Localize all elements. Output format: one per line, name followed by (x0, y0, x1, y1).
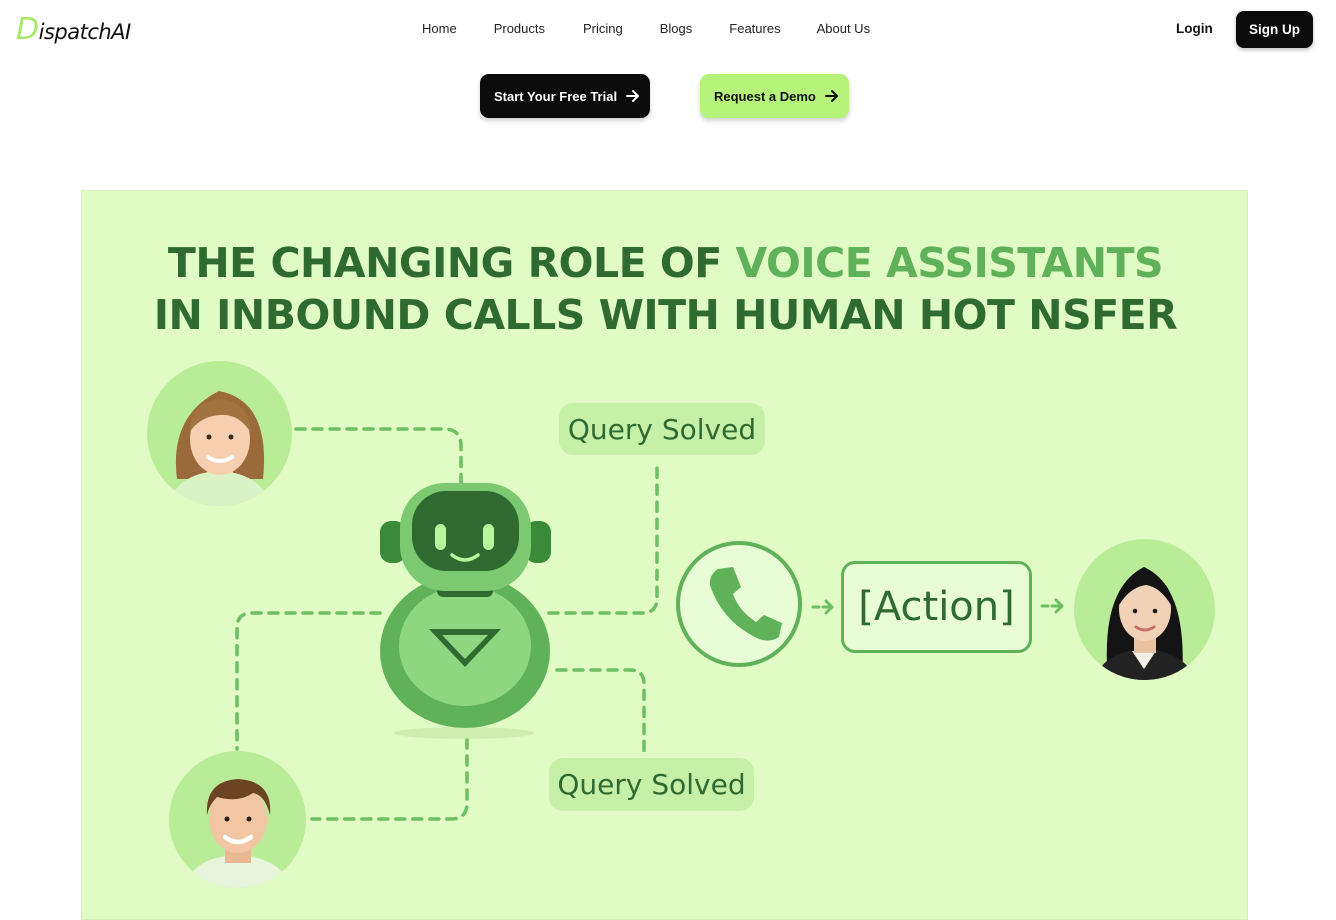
man-caller-avatar (169, 751, 306, 888)
nav-about-link[interactable]: About Us (817, 21, 870, 36)
login-button[interactable]: Login (1176, 21, 1213, 36)
request-demo-button[interactable]: Request a Demo (700, 74, 849, 118)
nav-home-link[interactable]: Home (422, 21, 457, 36)
logo-initial: D (16, 12, 39, 47)
start-free-trial-button[interactable]: Start Your Free Trial (480, 74, 650, 118)
arrow-right-icon (626, 90, 640, 102)
logo-text: ispatchAI (38, 20, 132, 44)
signup-button[interactable]: Sign Up (1236, 11, 1313, 48)
hero-title-plain: THE CHANGING ROLE OF (167, 239, 736, 287)
nav-blogs-link[interactable]: Blogs (660, 21, 693, 36)
start-free-trial-label: Start Your Free Trial (494, 88, 618, 104)
top-navigation: DispatchAI Home Products Pricing Blogs F… (0, 0, 1336, 60)
woman-caller-avatar (147, 361, 292, 506)
nav-products-link[interactable]: Products (494, 21, 545, 36)
agent-avatar (1074, 539, 1215, 680)
nav-links: Home Products Pricing Blogs Features Abo… (405, 21, 870, 36)
robot-icon (380, 483, 551, 739)
nav-pricing-link[interactable]: Pricing (583, 21, 623, 36)
query-solved-top-label: Query Solved (559, 403, 765, 455)
logo[interactable]: DispatchAI (16, 12, 131, 47)
nav-features-link[interactable]: Features (729, 21, 780, 36)
hero-title-accent: VOICE ASSISTANTS (735, 239, 1164, 287)
hero-title-line-2: IN INBOUND CALLS WITH HUMAN HOT NSFER (153, 291, 1178, 339)
query-solved-bottom-label: Query Solved (549, 758, 754, 811)
hero-title: THE CHANGING ROLE OF VOICE ASSISTANTS IN… (82, 237, 1247, 341)
arrow-right-icon (824, 90, 838, 102)
phone-icon (676, 541, 802, 667)
hero-illustration: THE CHANGING ROLE OF VOICE ASSISTANTS IN… (81, 190, 1248, 920)
action-label: [Action] (841, 561, 1032, 653)
request-demo-label: Request a Demo (714, 88, 816, 104)
hero-title-line-1: THE CHANGING ROLE OF VOICE ASSISTANTS (82, 237, 1247, 289)
